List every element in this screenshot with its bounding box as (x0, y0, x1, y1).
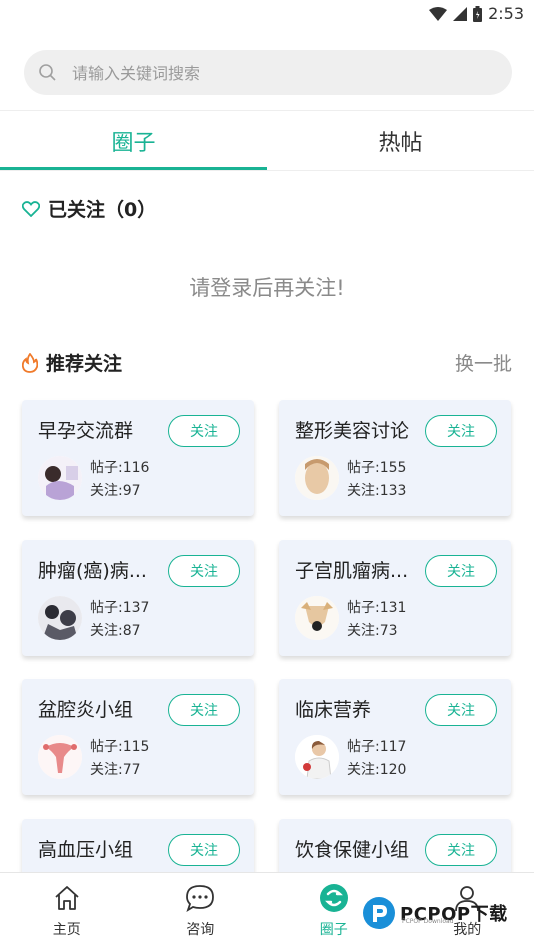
search-bar[interactable] (24, 50, 512, 95)
status-time: 2:53 (488, 4, 524, 23)
follower-count: 关注:77 (90, 759, 149, 782)
chat-icon (185, 883, 215, 913)
group-avatar (295, 596, 339, 640)
recommend-header: 推荐关注 (22, 349, 122, 376)
fire-icon (22, 353, 38, 373)
group-stats: 帖子:115 关注:77 (90, 736, 149, 782)
group-name: 饮食保健小组 (295, 835, 430, 862)
watermark: PCPOP下载 PCPOP Download (362, 896, 508, 930)
post-count: 帖子:115 (90, 736, 149, 759)
post-count: 帖子:131 (347, 597, 406, 620)
group-name: 盆腔炎小组 (38, 695, 173, 722)
post-count: 帖子:117 (347, 736, 406, 759)
group-stats: 帖子:131 关注:73 (347, 597, 406, 643)
tab-hot-posts[interactable]: 热帖 (267, 111, 534, 170)
followed-header: 已关注（0） (22, 195, 156, 222)
battery-icon (473, 6, 482, 22)
group-name: 临床营养 (295, 695, 430, 722)
group-stats: 帖子:116 关注:97 (90, 457, 149, 503)
heart-icon (22, 201, 40, 217)
search-icon (38, 63, 58, 83)
group-card[interactable]: 临床营养 关注 帖子:117 关注:120 (279, 679, 511, 795)
group-card[interactable]: 整形美容讨论 关注 帖子:155 关注:133 (279, 400, 511, 516)
watermark-subtext: PCPOP Download (402, 918, 454, 925)
circle-icon (319, 883, 349, 913)
follower-count: 关注:133 (347, 480, 406, 503)
tab-circle[interactable]: 圈子 (0, 111, 267, 170)
follower-count: 关注:73 (347, 620, 406, 643)
recommend-title: 推荐关注 (46, 349, 122, 376)
group-card[interactable]: 盆腔炎小组 关注 帖子:115 关注:77 (22, 679, 254, 795)
signal-icon (453, 7, 467, 21)
post-count: 帖子:116 (90, 457, 149, 480)
login-tip: 请登录后再关注! (0, 272, 534, 302)
group-avatar (38, 735, 82, 779)
group-stats: 帖子:117 关注:120 (347, 736, 406, 782)
divider (0, 170, 534, 171)
follower-count: 关注:87 (90, 620, 149, 643)
follow-button[interactable]: 关注 (168, 415, 240, 447)
group-name: 早孕交流群 (38, 416, 173, 443)
follow-button[interactable]: 关注 (425, 555, 497, 587)
search-input[interactable] (70, 50, 494, 97)
group-avatar (295, 456, 339, 500)
follow-button[interactable]: 关注 (168, 834, 240, 866)
group-avatar (295, 735, 339, 779)
group-name: 整形美容讨论 (295, 416, 430, 443)
follow-button[interactable]: 关注 (168, 555, 240, 587)
follow-button[interactable]: 关注 (425, 415, 497, 447)
group-stats: 帖子:155 关注:133 (347, 457, 406, 503)
refresh-button[interactable]: 换一批 (455, 349, 512, 376)
nav-home[interactable]: 主页 (0, 873, 134, 951)
group-name: 高血压小组 (38, 835, 173, 862)
follow-button[interactable]: 关注 (168, 694, 240, 726)
follow-button[interactable]: 关注 (425, 834, 497, 866)
home-icon (52, 883, 82, 913)
wifi-icon (429, 7, 447, 21)
group-name: 子宫肌瘤病... (295, 556, 430, 583)
pcpop-logo-icon (362, 896, 396, 930)
status-bar: 2:53 (0, 0, 534, 28)
group-name: 肿瘤(癌)病... (38, 556, 173, 583)
nav-circle-label: 圈子 (320, 919, 348, 939)
tab-bar: 圈子 热帖 (0, 111, 534, 170)
follower-count: 关注:120 (347, 759, 406, 782)
followed-title: 已关注（0） (48, 195, 156, 222)
group-card[interactable]: 子宫肌瘤病... 关注 帖子:131 关注:73 (279, 540, 511, 656)
nav-home-label: 主页 (53, 919, 81, 939)
nav-consult-label: 咨询 (186, 919, 214, 939)
post-count: 帖子:137 (90, 597, 149, 620)
group-card[interactable]: 肿瘤(癌)病... 关注 帖子:137 关注:87 (22, 540, 254, 656)
post-count: 帖子:155 (347, 457, 406, 480)
follow-button[interactable]: 关注 (425, 694, 497, 726)
group-avatar (38, 596, 82, 640)
group-stats: 帖子:137 关注:87 (90, 597, 149, 643)
group-card[interactable]: 早孕交流群 关注 帖子:116 关注:97 (22, 400, 254, 516)
nav-consult[interactable]: 咨询 (134, 873, 268, 951)
group-avatar (38, 456, 82, 500)
follower-count: 关注:97 (90, 480, 149, 503)
